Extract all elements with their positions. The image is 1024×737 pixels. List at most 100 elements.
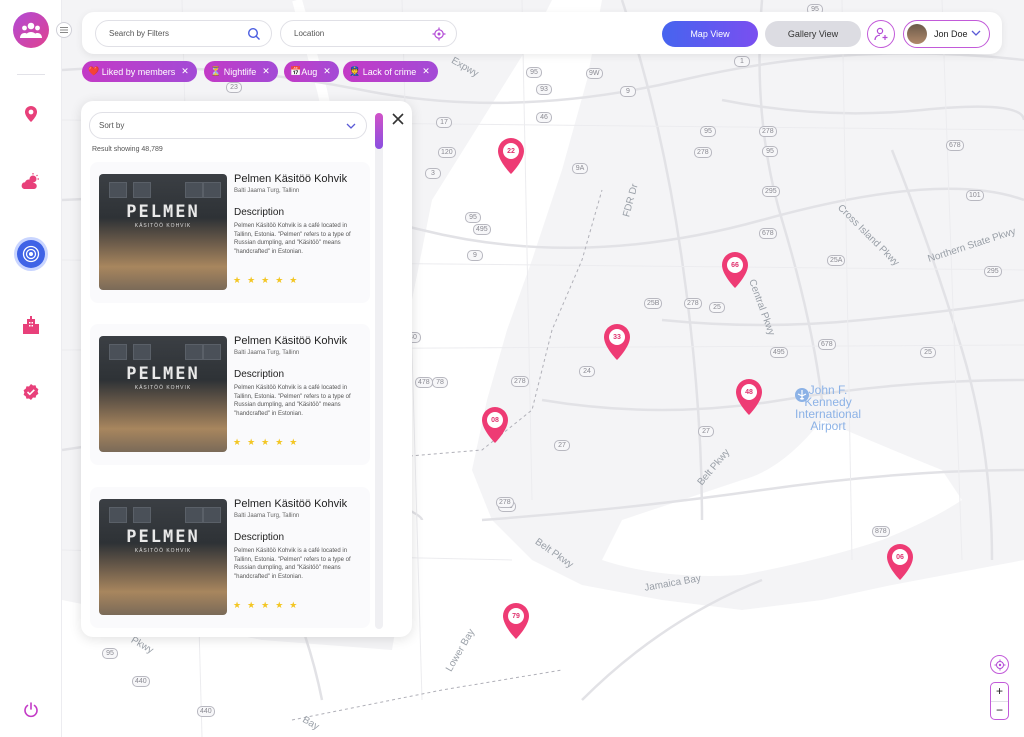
route-shield: 25B (644, 298, 663, 309)
star-rating: ★★★★★ (233, 437, 304, 447)
map-pin[interactable]: 08 (481, 407, 509, 443)
collapse-menu-icon[interactable] (56, 22, 72, 38)
route-shield: 27 (554, 440, 570, 451)
route-shield: 23 (226, 82, 242, 93)
route-shield: 440 (132, 676, 150, 687)
route-shield: 878 (872, 526, 890, 537)
route-shield: 678 (818, 339, 836, 350)
heart-icon: ❤️ (88, 66, 100, 76)
zoom-out-button[interactable]: − (991, 701, 1008, 719)
place-title[interactable]: Pelmen Käsitöö Kohvik (234, 173, 347, 185)
search-input[interactable]: Search by Filters (95, 20, 272, 47)
chevron-down-icon (346, 123, 356, 129)
place-address: Balti Jaama Turg, Tallinn (234, 513, 300, 519)
route-shield: 295 (762, 186, 780, 197)
gallery-view-button[interactable]: Gallery View (765, 21, 861, 47)
remove-filter-icon[interactable]: ✕ (262, 66, 270, 77)
filter-chip-crime[interactable]: 👮 Lack of crime ✕ (343, 61, 438, 82)
place-card[interactable]: PELMEN KÄSITÖÖ KOHVIK Pelmen Käsitöö Kohv… (90, 324, 370, 465)
map-pin[interactable]: 33 (603, 324, 631, 360)
route-shield: 25 (709, 302, 725, 313)
route-shield: 9W (586, 68, 603, 79)
map-pin[interactable]: 48 (735, 379, 763, 415)
close-icon[interactable] (390, 111, 406, 127)
route-shield: 278 (496, 497, 514, 508)
power-icon[interactable] (22, 701, 40, 719)
weather-icon[interactable] (19, 170, 43, 194)
description-heading: Description (234, 207, 285, 218)
avatar (907, 24, 927, 44)
map-pin[interactable]: 66 (721, 252, 749, 288)
route-shield: 278 (684, 298, 702, 309)
route-shield: 101 (966, 190, 984, 201)
sort-dropdown[interactable]: Sort by (89, 112, 367, 139)
airport-label: John F. Kennedy International Airport (795, 383, 862, 433)
remove-filter-icon[interactable]: ✕ (323, 66, 331, 77)
top-bar: Search by Filters Location Map View Gall… (82, 12, 1002, 54)
scrollbar-thumb[interactable] (375, 113, 383, 149)
remove-filter-icon[interactable]: ✕ (422, 66, 430, 77)
place-address: Balti Jaama Turg, Tallinn (234, 188, 300, 194)
place-description: Pelmen Käsitöö Kohvik is a café located … (234, 223, 351, 255)
location-placeholder: Location (294, 29, 325, 38)
filter-chip-nightlife[interactable]: ⏳ Nightlife ✕ (204, 61, 278, 82)
route-shield: 27 (698, 426, 714, 437)
location-input[interactable]: Location (280, 20, 457, 47)
place-address: Balti Jaama Turg, Tallinn (234, 350, 300, 356)
route-shield: 95 (526, 67, 542, 78)
route-shield: 46 (536, 112, 552, 123)
route-shield: 678 (759, 228, 777, 239)
airport-icon (795, 388, 809, 402)
buildings-icon[interactable] (19, 313, 43, 337)
add-user-icon (874, 27, 888, 41)
locate-me-button[interactable] (990, 655, 1009, 674)
zoom-in-button[interactable]: + (991, 683, 1008, 701)
route-shield: 25 (920, 347, 936, 358)
search-icon[interactable] (247, 27, 261, 41)
crosshair-icon[interactable] (432, 27, 446, 41)
calendar-icon: 📅 (290, 66, 302, 76)
crosshair-icon (994, 659, 1005, 670)
route-shield: 9A (572, 163, 588, 174)
route-shield: 95 (102, 648, 118, 659)
filter-chip-liked[interactable]: ❤️ Liked by members ✕ (82, 61, 197, 82)
route-shield: 495 (473, 224, 491, 235)
verified-badge-icon[interactable] (19, 380, 43, 404)
route-shield: 95 (762, 146, 778, 157)
user-name: Jon Doe (934, 29, 968, 39)
community-logo-icon[interactable] (13, 12, 49, 48)
place-description: Pelmen Käsitöö Kohvik is a café located … (234, 385, 351, 417)
star-rating: ★★★★★ (233, 275, 304, 285)
route-shield: 93 (536, 84, 552, 95)
result-count: Result showing 48,789 (92, 146, 163, 153)
map-view-button[interactable]: Map View (662, 21, 758, 47)
broadcast-icon[interactable] (17, 240, 45, 268)
remove-filter-icon[interactable]: ✕ (181, 66, 189, 77)
route-shield: 120 (438, 147, 456, 158)
map-pin[interactable]: 22 (497, 138, 525, 174)
map-pin[interactable]: 79 (502, 603, 530, 639)
user-menu[interactable]: Jon Doe (903, 20, 990, 48)
route-shield: 1 (734, 56, 750, 67)
location-pin-icon[interactable] (19, 102, 43, 126)
route-shield: 25A (827, 255, 846, 266)
route-shield: 440 (197, 706, 215, 717)
star-rating: ★★★★★ (233, 600, 304, 610)
sidebar (0, 0, 62, 737)
route-shield: 278 (694, 147, 712, 158)
place-card[interactable]: PELMEN KÄSITÖÖ KOHVIK Pelmen Käsitöö Kohv… (90, 162, 370, 303)
route-shield: 278 (759, 126, 777, 137)
place-image: PELMEN KÄSITÖÖ KOHVIK (99, 499, 227, 615)
description-heading: Description (234, 532, 285, 543)
route-shield: 78 (432, 377, 448, 388)
add-user-button[interactable] (867, 20, 895, 48)
scrollbar-track[interactable] (375, 113, 383, 629)
place-card[interactable]: PELMEN KÄSITÖÖ KOHVIK Pelmen Käsitöö Kohv… (90, 487, 370, 628)
place-title[interactable]: Pelmen Käsitöö Kohvik (234, 498, 347, 510)
route-shield: 9 (467, 250, 483, 261)
hourglass-icon: ⏳ (210, 66, 222, 76)
place-title[interactable]: Pelmen Käsitöö Kohvik (234, 335, 347, 347)
route-shield: 495 (770, 347, 788, 358)
map-pin[interactable]: 06 (886, 544, 914, 580)
filter-chip-aug[interactable]: 📅 Aug ✕ (284, 61, 339, 82)
